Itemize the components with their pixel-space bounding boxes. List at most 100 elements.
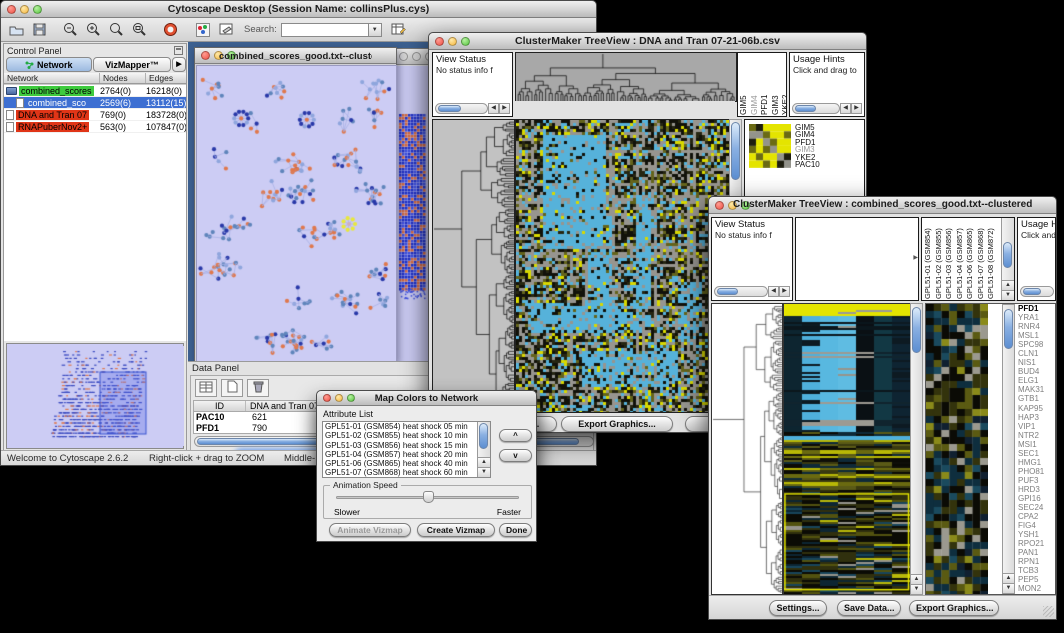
network-row[interactable]: RNAPuberNov2+563(0)107847(0) bbox=[4, 121, 186, 133]
main-titlebar[interactable]: Cytoscape Desktop (Session Name: collins… bbox=[1, 1, 596, 18]
tv2-row-dendrogram[interactable] bbox=[711, 303, 783, 595]
done-button[interactable]: Done bbox=[499, 523, 532, 537]
gene-label[interactable]: NIS1 bbox=[1018, 358, 1056, 367]
dialog-titlebar[interactable]: Map Colors to Network bbox=[317, 391, 536, 406]
tv2-hints-hscrollbar[interactable] bbox=[1020, 286, 1054, 297]
gene-label[interactable]: SEC1 bbox=[1018, 449, 1056, 458]
search-dropdown-icon[interactable]: ▼ bbox=[369, 23, 382, 37]
network-overview-panel[interactable] bbox=[6, 343, 184, 449]
attribute-editor-icon[interactable] bbox=[388, 20, 410, 40]
minimize-icon[interactable] bbox=[412, 52, 421, 61]
gene-label[interactable]: RNR4 bbox=[1018, 322, 1056, 331]
tv1-export-graphics-button[interactable]: Export Graphics... bbox=[561, 416, 673, 432]
network-view-canvas[interactable] bbox=[196, 65, 397, 363]
gene-label[interactable]: PAN1 bbox=[1018, 548, 1056, 557]
vizmapper-icon[interactable] bbox=[192, 20, 214, 40]
close-icon[interactable] bbox=[323, 394, 331, 402]
attribute-listbox[interactable]: GPL51-01 (GSM854) heat shock 05 minGPL51… bbox=[322, 421, 491, 478]
gene-label[interactable]: MAK31 bbox=[1018, 385, 1056, 394]
tab-vizmapper[interactable]: VizMapper™ bbox=[93, 57, 171, 72]
network-row[interactable]: combined_sco2569(6)13112(15) bbox=[4, 97, 186, 109]
expand-arrow-icon[interactable]: ▶ bbox=[913, 254, 918, 261]
resize-grip[interactable] bbox=[1043, 606, 1054, 617]
gene-label[interactable]: MSI1 bbox=[1018, 440, 1056, 449]
treeview1-titlebar[interactable]: ClusterMaker TreeView : DNA and Tran 07-… bbox=[429, 33, 866, 50]
gene-label[interactable]: KAP95 bbox=[1018, 404, 1056, 413]
tv2-settings-button[interactable]: Settings... bbox=[769, 600, 827, 616]
move-up-button[interactable]: ^ bbox=[499, 429, 532, 442]
gene-label[interactable]: HRD3 bbox=[1018, 485, 1056, 494]
tv2-save-data-button[interactable]: Save Data... bbox=[837, 600, 901, 616]
gene-label[interactable]: PEP5 bbox=[1018, 575, 1056, 584]
list-item[interactable]: GPL51-07 (GSM868) heat shock 60 min bbox=[323, 468, 477, 477]
gene-label[interactable]: TCB3 bbox=[1018, 566, 1056, 575]
network-overview-canvas[interactable] bbox=[8, 346, 184, 446]
tv1-row-dendrogram[interactable] bbox=[432, 119, 515, 413]
gene-label[interactable]: PHO81 bbox=[1018, 467, 1056, 476]
tv2-export-graphics-button[interactable]: Export Graphics... bbox=[909, 600, 999, 616]
network-frame-titlebar[interactable]: combined_scores_good.txt--cluste... bbox=[195, 48, 396, 64]
zoom-out-icon[interactable] bbox=[59, 20, 81, 40]
help-lifering-icon[interactable] bbox=[159, 20, 181, 40]
list-item[interactable]: GPL51-01 (GSM854) heat shock 05 min bbox=[323, 422, 477, 431]
new-attribute-icon[interactable] bbox=[221, 379, 243, 397]
attribute-list-vscrollbar[interactable]: ▲▼ bbox=[477, 422, 490, 477]
tv1-zoom-matrix-canvas[interactable] bbox=[749, 124, 791, 168]
gene-label[interactable]: GTB1 bbox=[1018, 394, 1056, 403]
treeview2-titlebar[interactable]: ClusterMaker TreeView : combined_scores_… bbox=[709, 197, 1056, 214]
annotation-icon[interactable] bbox=[215, 20, 237, 40]
gene-label[interactable]: CPA2 bbox=[1018, 512, 1056, 521]
network-row[interactable]: DNA and Tran 07769(0)183728(0) bbox=[4, 109, 186, 121]
gene-label[interactable]: RPO21 bbox=[1018, 539, 1056, 548]
close-icon[interactable] bbox=[201, 51, 210, 60]
speed-slider-thumb[interactable] bbox=[423, 491, 434, 503]
gene-label[interactable]: YRA1 bbox=[1018, 313, 1056, 322]
tv1-column-dendrogram[interactable] bbox=[515, 52, 737, 102]
list-item[interactable]: GPL51-04 (GSM857) heat shock 20 min bbox=[323, 450, 477, 459]
gene-label[interactable]: HAP3 bbox=[1018, 413, 1056, 422]
gene-label[interactable]: MON2 bbox=[1018, 584, 1056, 593]
open-file-icon[interactable] bbox=[5, 20, 27, 40]
save-icon[interactable] bbox=[28, 20, 50, 40]
tv1-status-hscrollbar[interactable]: ◀▶ bbox=[435, 103, 510, 114]
create-vizmap-button[interactable]: Create Vizmap bbox=[417, 523, 495, 537]
gene-label[interactable]: MSL1 bbox=[1018, 331, 1056, 340]
gene-label[interactable]: HMG1 bbox=[1018, 458, 1056, 467]
close-icon[interactable] bbox=[7, 5, 16, 14]
tv2-zoom-heatmap-canvas[interactable] bbox=[926, 304, 988, 594]
attribute-select-icon[interactable] bbox=[195, 379, 217, 397]
tab-overflow-arrow-icon[interactable]: ▶ bbox=[172, 57, 186, 72]
data-col-id[interactable]: ID bbox=[194, 401, 246, 411]
close-icon[interactable] bbox=[399, 52, 408, 61]
zoom-in-icon[interactable] bbox=[82, 20, 104, 40]
tv2-labels-vscrollbar[interactable]: ▲▼ bbox=[1001, 218, 1014, 300]
gene-label[interactable]: BUD4 bbox=[1018, 367, 1056, 376]
move-down-button[interactable]: v bbox=[499, 449, 532, 462]
tv2-heatmap-vscrollbar[interactable]: ▲▼ bbox=[910, 303, 923, 595]
close-icon[interactable] bbox=[715, 201, 724, 210]
tv1-hints-hscrollbar[interactable]: ◀▶ bbox=[792, 103, 862, 114]
tv2-zoom-vscrollbar[interactable]: ▲▼ bbox=[1002, 304, 1015, 594]
delete-attribute-icon[interactable] bbox=[247, 379, 269, 397]
gene-label[interactable]: CLN1 bbox=[1018, 349, 1056, 358]
gene-label[interactable]: GPI16 bbox=[1018, 494, 1056, 503]
list-item[interactable]: GPL51-03 (GSM856) heat shock 15 min bbox=[323, 441, 477, 450]
list-item[interactable]: GPL51-06 (GSM865) heat shock 40 min bbox=[323, 459, 477, 468]
list-item[interactable]: GPL51-02 (GSM855) heat shock 10 min bbox=[323, 431, 477, 440]
gene-label[interactable]: NTR2 bbox=[1018, 431, 1056, 440]
gene-label[interactable]: RPN1 bbox=[1018, 557, 1056, 566]
gene-label[interactable]: PFD1 bbox=[1018, 304, 1056, 313]
tv2-heatmap-canvas[interactable] bbox=[783, 303, 911, 595]
tv2-status-hscrollbar[interactable]: ◀▶ bbox=[714, 286, 790, 297]
zoom-fit-icon[interactable] bbox=[128, 20, 150, 40]
network-row[interactable]: combined_scores2764(0)16218(0) bbox=[4, 85, 186, 97]
tv1-heatmap-canvas[interactable] bbox=[515, 119, 730, 413]
gene-label[interactable]: SPC98 bbox=[1018, 340, 1056, 349]
tab-network[interactable]: Network bbox=[6, 57, 92, 72]
gene-label[interactable]: VIP1 bbox=[1018, 422, 1056, 431]
tv2-column-tree-area[interactable]: ▶ bbox=[795, 217, 919, 301]
zoom-selected-icon[interactable] bbox=[105, 20, 127, 40]
gene-label[interactable]: PUF3 bbox=[1018, 476, 1056, 485]
gene-label[interactable]: SEC24 bbox=[1018, 503, 1056, 512]
tv2-gene-list[interactable]: PFD1YRA1RNR4MSL1SPC98CLN1NIS1BUD4ELG1MAK… bbox=[1018, 304, 1056, 594]
